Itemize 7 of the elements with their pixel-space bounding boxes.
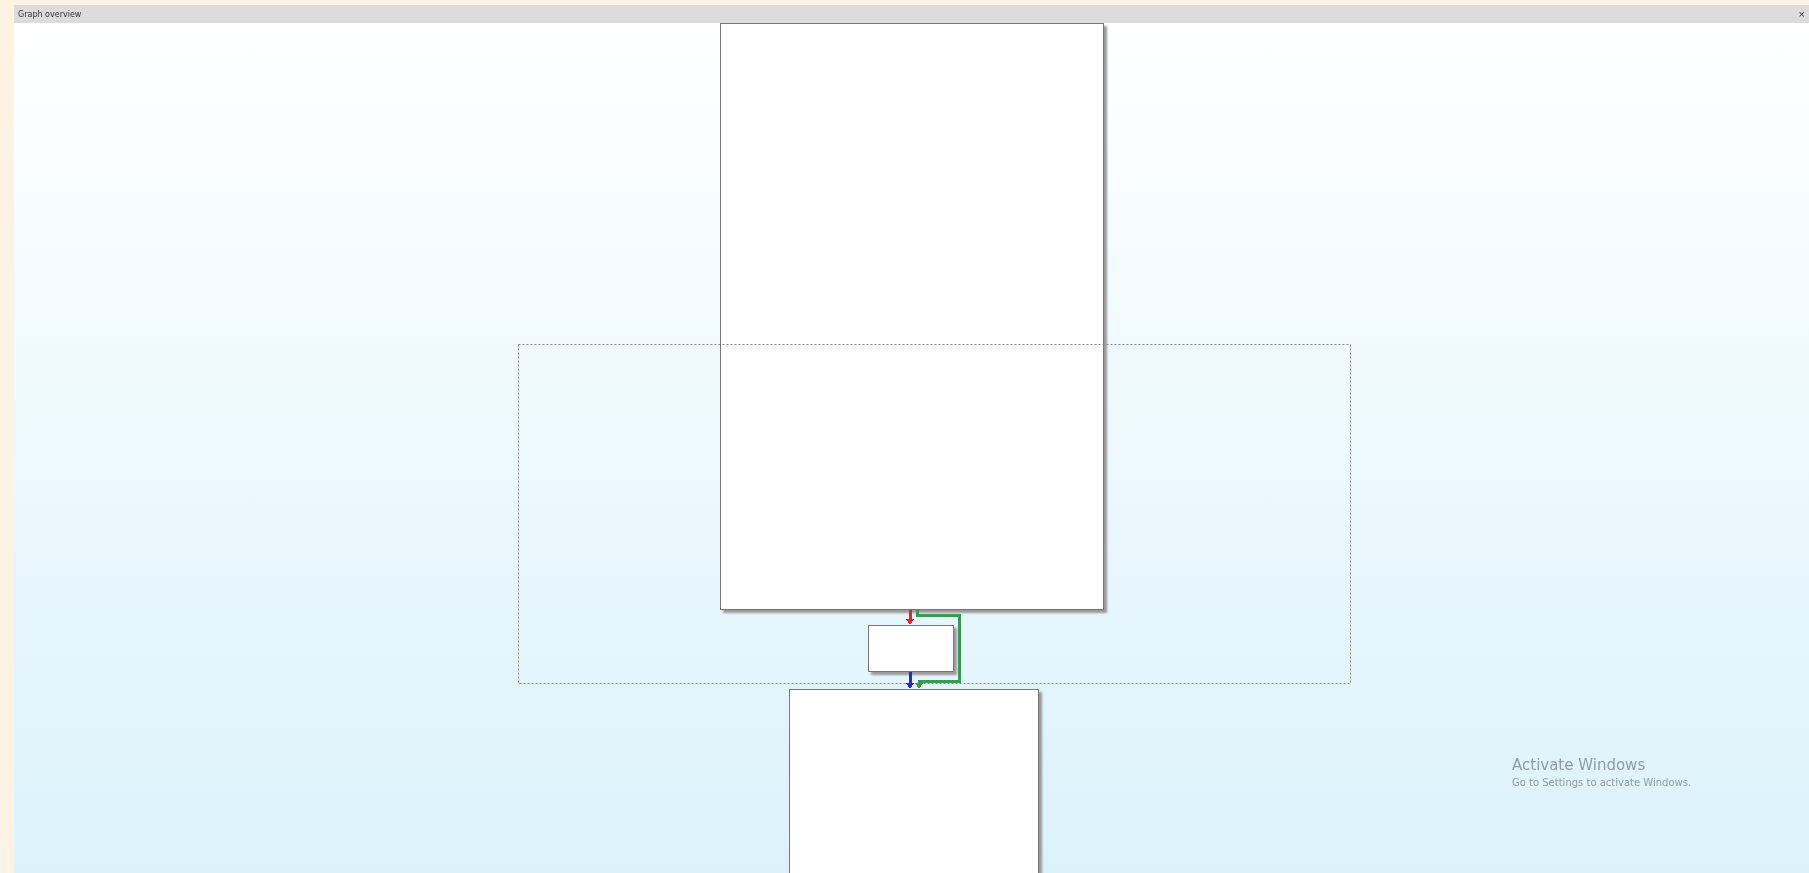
graph-node[interactable] — [868, 625, 954, 672]
close-button[interactable]: × — [1798, 8, 1805, 20]
graph-node[interactable] — [789, 689, 1039, 873]
activation-message: Go to Settings to activate Windows. — [1512, 777, 1692, 788]
graph-node[interactable] — [720, 23, 1104, 610]
window-title: Graph overview — [18, 9, 82, 19]
activation-title: Activate Windows — [1512, 756, 1647, 774]
